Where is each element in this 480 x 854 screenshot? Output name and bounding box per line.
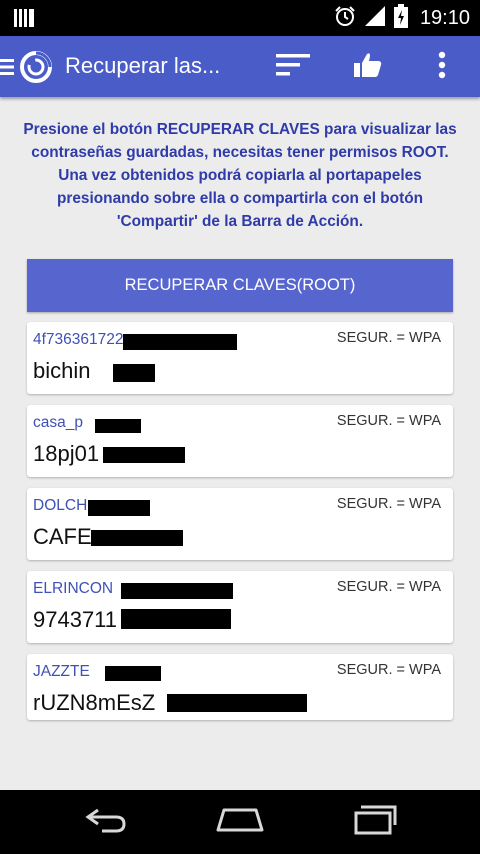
sort-icon [276,54,310,80]
network-ssid: 4f736361722 [33,331,124,348]
home-icon [214,806,266,838]
network-ssid: JAZZTE [33,663,90,680]
clock: 19:10 [419,6,470,29]
security-label: SEGUR. = WPA [336,413,441,429]
sort-button[interactable] [273,48,313,86]
redaction-mark [121,583,233,599]
network-password: 9743711 [33,607,118,632]
network-ssid: ELRINCON [33,580,114,597]
network-password: bichin [33,358,91,383]
redaction-mark [91,530,183,546]
navigation-drawer-button[interactable] [0,51,56,83]
instructions-text: Presione el botón RECUPERAR CLAVES para … [23,121,457,230]
network-card[interactable]: DOLCH SEGUR. = WPA CAFE [27,488,453,560]
recover-keys-button[interactable]: RECUPERAR CLAVES(ROOT) [27,259,453,312]
redaction-mark [105,666,161,681]
network-card[interactable]: 4f736361722 SEGUR. = WPA bichin [27,322,453,394]
app-bar: Recuperar las... [0,36,480,97]
security-label: SEGUR. = WPA [336,579,441,595]
notification-icon [14,9,34,31]
home-button[interactable] [210,804,270,840]
redaction-mark [113,364,155,382]
redaction-mark [167,694,307,712]
network-password: CAFE [33,524,92,549]
network-ssid: DOLCH [33,497,88,514]
app-logo-icon [19,50,53,88]
redaction-mark [88,500,150,516]
security-label: SEGUR. = WPA [336,662,441,678]
redaction-mark [103,447,185,463]
signal-icon [364,5,386,31]
redaction-mark [123,334,237,350]
overflow-menu-icon [438,51,446,83]
alarm-icon [334,5,356,31]
rate-button[interactable] [348,48,388,86]
redaction-mark [95,419,141,433]
network-password: rUZN8mEsZ [33,690,156,715]
recent-apps-icon [353,805,399,839]
menu-icon [0,58,14,80]
redaction-mark [121,609,231,629]
status-bar: 19:10 [0,0,480,36]
navigation-bar [0,790,480,854]
network-card[interactable]: ELRINCON SEGUR. = WPA 9743711 [27,571,453,643]
security-label: SEGUR. = WPA [336,330,441,346]
recent-apps-button[interactable] [346,804,406,840]
back-icon [82,806,130,838]
page-title: Recuperar las... [65,53,221,78]
thumbs-up-icon [354,52,382,82]
network-ssid: casa_p [33,414,83,431]
security-label: SEGUR. = WPA [336,496,441,512]
battery-icon [393,4,408,32]
overflow-menu-button[interactable] [422,48,462,86]
network-card[interactable]: JAZZTE SEGUR. = WPA rUZN8mEsZ [27,654,453,720]
network-password: 18pj01 [33,441,100,466]
network-card[interactable]: casa_p SEGUR. = WPA 18pj01 [27,405,453,477]
back-button[interactable] [76,804,136,840]
